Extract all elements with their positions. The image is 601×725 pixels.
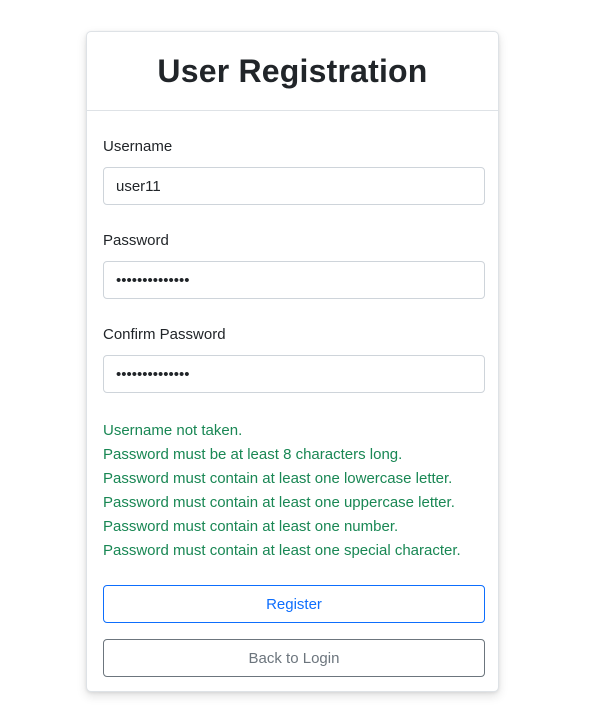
validation-message: Password must be at least 8 characters l… <box>103 446 403 463</box>
username-input[interactable] <box>103 167 485 205</box>
page-title: User Registration <box>157 52 428 89</box>
validation-message: Password must contain at least one numbe… <box>103 518 399 535</box>
password-input[interactable] <box>103 261 485 299</box>
confirm-password-label: Confirm Password <box>103 326 226 343</box>
back-to-login-button[interactable]: Back to Login <box>103 639 485 677</box>
validation-message: Password must contain at least one speci… <box>103 542 461 559</box>
validation-message: Username not taken. <box>103 422 243 439</box>
validation-messages: Username not taken. Password must be at … <box>103 419 461 563</box>
password-label: Password <box>103 232 169 249</box>
validation-message: Password must contain at least one upper… <box>103 494 455 511</box>
card-header: User Registration <box>87 32 498 111</box>
validation-message: Password must contain at least one lower… <box>103 470 453 487</box>
registration-card: User Registration Username Password Conf… <box>86 31 499 692</box>
register-button[interactable]: Register <box>103 585 485 623</box>
confirm-password-input[interactable] <box>103 355 485 393</box>
username-label: Username <box>103 138 173 155</box>
